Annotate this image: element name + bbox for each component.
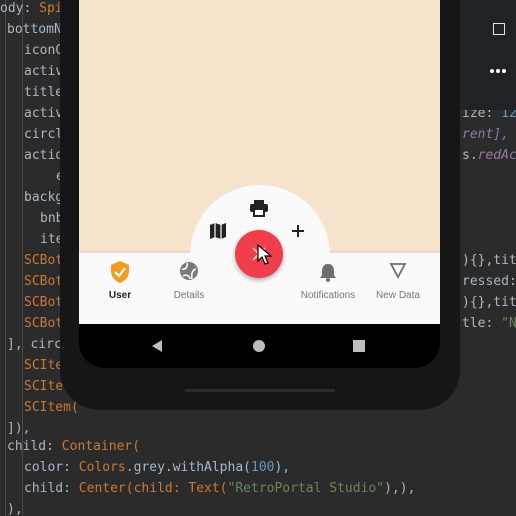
code-line: SCBot bbox=[24, 274, 64, 289]
code-line: SCIte bbox=[24, 379, 64, 394]
code-line: ){},tit bbox=[462, 295, 516, 310]
tab-details-label: Details bbox=[173, 290, 205, 301]
code-line: ], circ bbox=[7, 337, 62, 352]
code-line: backg bbox=[24, 190, 64, 205]
tab-user-label: User bbox=[108, 290, 132, 301]
code-line: activ bbox=[24, 106, 64, 121]
code-line: color: Colors.grey.withAlpha(100), bbox=[24, 460, 291, 475]
indent-guide bbox=[5, 0, 6, 516]
code-line: child: Container( bbox=[7, 439, 141, 454]
more-options-icon[interactable] bbox=[490, 69, 510, 75]
print-icon[interactable] bbox=[249, 199, 269, 217]
code-line: circl bbox=[24, 127, 64, 142]
code-line: ody: Spi bbox=[0, 1, 63, 16]
code-line: ), bbox=[7, 502, 23, 516]
code-line: SCBot bbox=[24, 253, 64, 268]
code-line: SCIte bbox=[24, 358, 64, 373]
tab-new-data-label: New Data bbox=[376, 290, 420, 301]
code-line: SCItem( bbox=[24, 400, 79, 415]
code-line: actio bbox=[24, 148, 64, 163]
sports-ball-icon bbox=[180, 262, 198, 280]
tab-details[interactable]: Details bbox=[153, 260, 225, 310]
recents-icon[interactable] bbox=[352, 339, 366, 353]
code-line: ){},tit bbox=[462, 253, 516, 268]
code-line: tle: "N bbox=[462, 316, 516, 331]
phone-speaker bbox=[185, 389, 335, 392]
code-line: SCBot bbox=[24, 316, 64, 331]
code-line: bottomN bbox=[7, 22, 62, 37]
code-line: activ bbox=[24, 64, 64, 79]
code-line: s.redAc bbox=[462, 148, 516, 163]
phone-screen: User Details Notifications New Data bbox=[79, 0, 440, 368]
triangle-icon bbox=[389, 263, 407, 279]
phone-frame: User Details Notifications New Data bbox=[60, 0, 460, 410]
code-line: title bbox=[24, 85, 64, 100]
tab-notifications-label: Notifications bbox=[300, 290, 356, 301]
code-line: ressed: bbox=[462, 274, 516, 289]
tab-new-data[interactable]: New Data bbox=[362, 260, 434, 310]
code-line: child: Center(child: Text("RetroPortal S… bbox=[24, 481, 416, 496]
home-icon[interactable] bbox=[252, 339, 266, 353]
side-toolbar bbox=[460, 0, 516, 110]
map-icon[interactable] bbox=[209, 222, 227, 240]
restore-window-icon[interactable] bbox=[493, 23, 505, 35]
tab-notifications[interactable]: Notifications bbox=[292, 260, 364, 310]
back-icon[interactable] bbox=[150, 339, 164, 353]
android-navigation-bar bbox=[79, 324, 440, 368]
code-line: rent], bbox=[462, 127, 509, 142]
code-line: iconC bbox=[24, 43, 64, 58]
bell-icon bbox=[320, 264, 336, 282]
shield-check-icon bbox=[111, 261, 129, 283]
add-icon[interactable] bbox=[291, 223, 305, 237]
tab-user[interactable]: User bbox=[84, 260, 156, 310]
mouse-cursor bbox=[257, 243, 273, 266]
code-line: SCBot bbox=[24, 295, 64, 310]
